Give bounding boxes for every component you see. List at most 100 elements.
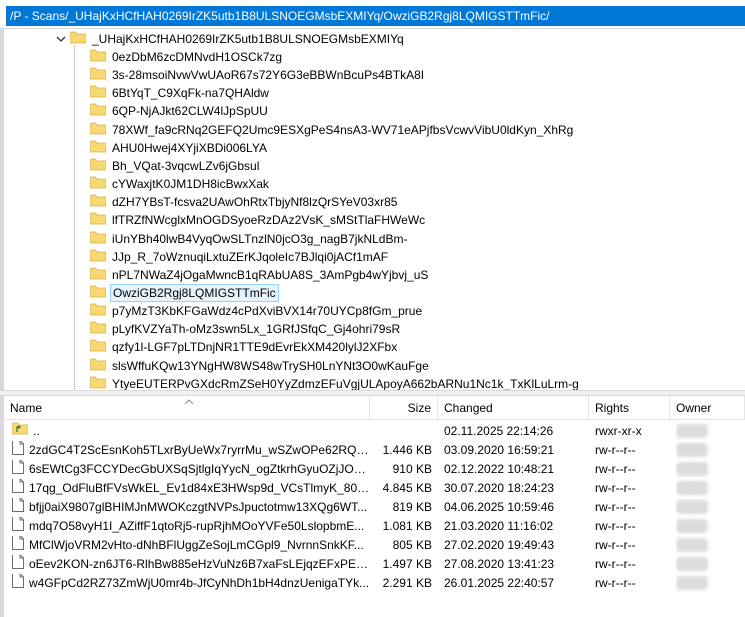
tree-folder[interactable]: cYWaxjtK0JM1DH8icBwxXak [89, 175, 271, 193]
tree-folder[interactable]: 78XWf_fa9cRNq2GEFQ2Umc9ESXgPeS4nsA3-WV71… [89, 121, 575, 139]
file-changed: 27.02.2020 19:49:43 [444, 538, 555, 552]
tree-folder[interactable]: Bh_VQat-3vqcwLZv6jGbsul [89, 157, 261, 175]
folder-icon [89, 303, 107, 319]
tree-root-label: _UHajKxHCfHAH0269IrZK5utb1B8ULSNOEGMsbEX… [92, 32, 404, 46]
file-size: 1.497 KB [382, 557, 432, 571]
file-row[interactable]: MfClWjoVRM2vHto-dNhBFlUggZeSojLmCGpl9_Nv… [4, 536, 745, 555]
parent-dir-row[interactable]: .. 02.11.2025 22:14:26 rwxr-xr-x [4, 422, 745, 441]
file-owner-redacted [676, 479, 736, 498]
tree-folder[interactable]: 6QP-NjAJkt62CLW4lJpSpUU [89, 102, 270, 120]
file-row[interactable]: mdq7O58vyH1I_AZiffF1qtoRj5-rupRjhMOoYVFe… [4, 517, 745, 536]
folder-icon [89, 285, 107, 301]
file-size: 805 KB [392, 538, 432, 552]
file-changed: 30.07.2020 18:24:23 [444, 481, 555, 495]
tree-folder[interactable]: slsWffuKQw13YNgHW8WS48wTrySH0LnYNt3O0wKa… [89, 357, 431, 375]
file-rights: rw-r--r-- [595, 500, 636, 514]
directory-tree[interactable]: _UHajKxHCfHAH0269IrZK5utb1B8ULSNOEGMsbEX… [0, 28, 745, 390]
file-owner-redacted [676, 536, 736, 555]
folder-icon [89, 231, 107, 247]
file-name: .. [33, 424, 40, 438]
column-header-owner[interactable]: Owner [670, 396, 745, 420]
tree-folder-label: AHU0Hwej4XYjiXBDi006LYA [112, 140, 267, 155]
tree-folder-label: qzfy1l-LGF7pLTDnjNR1TTE9dEvrEkXM420lylJ2… [112, 340, 398, 355]
tree-folder[interactable]: AHU0Hwej4XYjiXBDi006LYA [89, 139, 269, 157]
tree-folder-label: dZH7YBsT-fcsva2UAwOhRtxTbjyNf8lzQrSYeV03… [112, 195, 398, 210]
file-row[interactable]: w4GFpCd2RZ73ZmWjU0mr4b-JfCyNhDh1bH4dnzUe… [4, 574, 745, 593]
tree-folder-label: 6QP-NjAJkt62CLW4lJpSpUU [112, 104, 268, 119]
chevron-down-icon[interactable] [54, 32, 68, 46]
file-changed: 03.09.2020 16:59:21 [444, 443, 555, 457]
tree-folder[interactable]: lfTRZfNWcglxMnOGDSyoeRzDAz2VsK_sMStTlaFH… [89, 211, 427, 229]
file-changed: 02.12.2022 10:48:21 [444, 462, 555, 476]
tree-folder[interactable]: dZH7YBsT-fcsva2UAwOhRtxTbjyNf8lzQrSYeV03… [89, 193, 399, 211]
tree-folder-label: lfTRZfNWcglxMnOGDSyoeRzDAz2VsK_sMStTlaFH… [112, 213, 426, 228]
column-header-size[interactable]: Size [370, 396, 438, 420]
folder-icon [89, 103, 107, 119]
parent-folder-icon [12, 422, 29, 441]
folder-icon [89, 122, 107, 138]
file-icon [12, 498, 24, 517]
folder-icon [69, 31, 87, 47]
tree-folder[interactable]: OwziGB2Rgj8LQMIGSTTmFic [89, 283, 279, 302]
folder-icon [89, 376, 107, 390]
file-icon [12, 460, 24, 479]
file-row[interactable]: oEev2KON-zn6JT6-RlhBw885eHzVuNz6B7xaFsLE… [4, 555, 745, 574]
tree-folder[interactable]: qzfy1l-LGF7pLTDnjNR1TTE9dEvrEkXM420lylJ2… [89, 338, 399, 356]
file-list[interactable]: Name Size Changed Rights Owner .. 02.11.… [0, 396, 745, 617]
tree-folder[interactable]: nPL7NWaZ4jOgaMwncB1qRAbUA8S_3AmPgb4wYjbv… [89, 266, 430, 284]
tree-root[interactable]: _UHajKxHCfHAH0269IrZK5utb1B8ULSNOEGMsbEX… [54, 30, 406, 48]
file-name: oEev2KON-zn6JT6-RlhBw885eHzVuNz6B7xaFsLE… [29, 557, 370, 571]
file-owner-redacted [676, 555, 736, 574]
folder-icon [89, 321, 107, 337]
file-rows: .. 02.11.2025 22:14:26 rwxr-xr-x 2zdGC4T… [4, 422, 745, 593]
file-owner-redacted [676, 460, 736, 479]
file-name: w4GFpCd2RZ73ZmWjU0mr4b-JfCyNhDh1bH4dnzUe… [29, 576, 370, 590]
file-changed: 26.01.2025 22:40:57 [444, 576, 555, 590]
tree-folder[interactable]: 6BtYqT_C9XqFk-na7QHAldw [89, 84, 271, 102]
folder-icon [89, 267, 107, 283]
file-row[interactable]: bfjj0aiX9807glBHIMJnMWOKczgtNVPsJpuctotm… [4, 498, 745, 517]
folder-icon [89, 339, 107, 355]
tree-folder-label: 78XWf_fa9cRNq2GEFQ2Umc9ESXgPeS4nsA3-WV71… [112, 122, 574, 137]
file-name: 2zdGC4T2ScEsnKoh5TLxrByUeWx7ryrrMu_wSZwO… [29, 443, 370, 457]
path-field[interactable]: /P - Scans/_UHajKxHCfHAH0269IrZK5utb1B8U… [6, 6, 745, 26]
folder-icon [89, 158, 107, 174]
tree-folder-label: YtyeEUTERPvGXdcRmZSeH0YyZdmzEFuVgjULApoy… [112, 376, 579, 390]
tree-folder-label: nPL7NWaZ4jOgaMwncB1qRAbUA8S_3AmPgb4wYjbv… [112, 267, 429, 282]
tree-folder-label: cYWaxjtK0JM1DH8icBwxXak [112, 177, 269, 192]
tree-folder[interactable]: p7yMzT3KbKFGaWdz4cPdXviBVX14r70UYCp8fGm_… [89, 302, 424, 320]
file-icon [12, 517, 24, 536]
path-bar: /P - Scans/_UHajKxHCfHAH0269IrZK5utb1B8U… [0, 0, 745, 28]
tree-folder[interactable]: 0ezDbM6zcDMNvdH1OSCk7zg [89, 48, 284, 66]
file-icon [12, 441, 24, 460]
column-header-name[interactable]: Name [4, 396, 370, 420]
tree-folder-label: slsWffuKQw13YNgHW8WS48wTrySH0LnYNt3O0wKa… [112, 358, 429, 373]
folder-icon [89, 212, 107, 228]
file-size: 819 KB [392, 500, 432, 514]
file-row[interactable]: 6sEWtCg3FCCYDecGbUXSqSjtlgIqYycN_ogZtkrh… [4, 460, 745, 479]
folder-icon [89, 358, 107, 374]
tree-folder[interactable]: YtyeEUTERPvGXdcRmZSeH0YyZdmzEFuVgjULApoy… [89, 375, 581, 390]
tree-folder[interactable]: iUnYBh40lwB4VyqOwSLTnzlN0jcO3g_nagB7jkNL… [89, 230, 409, 248]
tree-folder[interactable]: JJp_R_7oWznuqiLxtuZErKJqoleIc7BJlqi0jACf… [89, 248, 390, 266]
file-size: 4.845 KB [382, 481, 432, 495]
file-changed: 02.11.2025 22:14:26 [444, 424, 554, 438]
folder-icon [89, 67, 107, 83]
file-row[interactable]: 2zdGC4T2ScEsnKoh5TLxrByUeWx7ryrrMu_wSZwO… [4, 441, 745, 460]
file-rights: rw-r--r-- [595, 557, 636, 571]
file-size: 1.446 KB [382, 443, 432, 457]
file-row[interactable]: 17qg_OdFluBfFVsWkEL_Ev1d84xE3HWsp9d_VCsT… [4, 479, 745, 498]
tree-guide-line [74, 46, 75, 390]
tree-folder[interactable]: 3s-28msoiNvwVwUAoR67s72Y6G3eBBWnBcuPs4BT… [89, 66, 426, 84]
file-icon [12, 555, 24, 574]
tree-folder-label: iUnYBh40lwB4VyqOwSLTnzlN0jcO3g_nagB7jkNL… [112, 231, 408, 246]
file-owner-redacted [676, 422, 736, 441]
tree-folder-label: OwziGB2Rgj8LQMIGSTTmFic [110, 283, 279, 302]
tree-folder-label: 6BtYqT_C9XqFk-na7QHAldw [112, 86, 269, 101]
file-name: 6sEWtCg3FCCYDecGbUXSqSjtlgIqYycN_ogZtkrh… [29, 462, 370, 476]
column-header-rights[interactable]: Rights [589, 396, 670, 420]
file-icon [12, 536, 24, 555]
column-header-changed[interactable]: Changed [438, 396, 589, 420]
file-name: MfClWjoVRM2vHto-dNhBFlUggZeSojLmCGpl9_Nv… [29, 538, 364, 552]
tree-folder[interactable]: pLyfKVZYaTh-oMz3swn5Lx_1GRfJSfqC_Gj4ohri… [89, 320, 402, 338]
